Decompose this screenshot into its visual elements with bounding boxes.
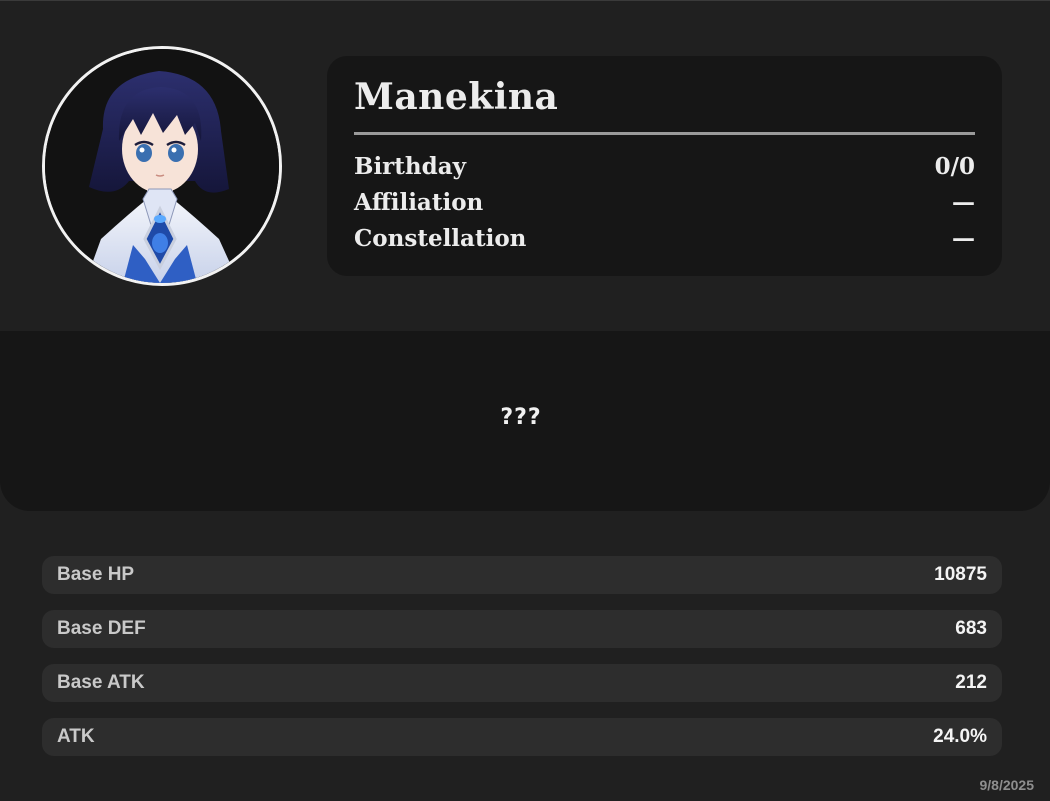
character-info-card: Manekina Birthday 0/0 Affiliation — Cons…	[327, 56, 1002, 276]
character-name: Manekina	[354, 76, 559, 118]
info-label-birthday: Birthday	[354, 152, 466, 180]
name-divider	[354, 132, 975, 135]
stat-row-base-def: Base DEF 683	[42, 610, 1002, 648]
description-text: ???	[500, 405, 542, 430]
info-label-constellation: Constellation	[354, 224, 527, 252]
footer-date: 9/8/2025	[979, 777, 1035, 793]
character-portrait-image	[45, 49, 279, 283]
stat-row-base-atk: Base ATK 212	[42, 664, 1002, 702]
stat-label: Base HP	[57, 564, 135, 585]
info-value-birthday: 0/0	[934, 152, 975, 180]
info-value-affiliation: —	[952, 188, 975, 216]
stat-label: Base DEF	[57, 618, 146, 639]
stat-label: ATK	[57, 726, 95, 747]
character-avatar	[42, 46, 282, 286]
stat-row-base-hp: Base HP 10875	[42, 556, 1002, 594]
info-row-constellation: Constellation —	[354, 223, 975, 253]
info-row-birthday: Birthday 0/0	[354, 151, 975, 181]
stat-value: 10875	[934, 564, 987, 585]
stat-value: 24.0%	[933, 726, 987, 747]
stat-label: Base ATK	[57, 672, 145, 693]
info-label-affiliation: Affiliation	[354, 188, 484, 216]
stat-value: 212	[955, 672, 987, 693]
stat-value: 683	[955, 618, 987, 639]
description-panel: ???	[0, 331, 1050, 511]
character-card-page: Manekina Birthday 0/0 Affiliation — Cons…	[0, 0, 1050, 801]
stat-row-atk-percent: ATK 24.0%	[42, 718, 1002, 756]
info-row-affiliation: Affiliation —	[354, 187, 975, 217]
info-value-constellation: —	[952, 224, 975, 252]
